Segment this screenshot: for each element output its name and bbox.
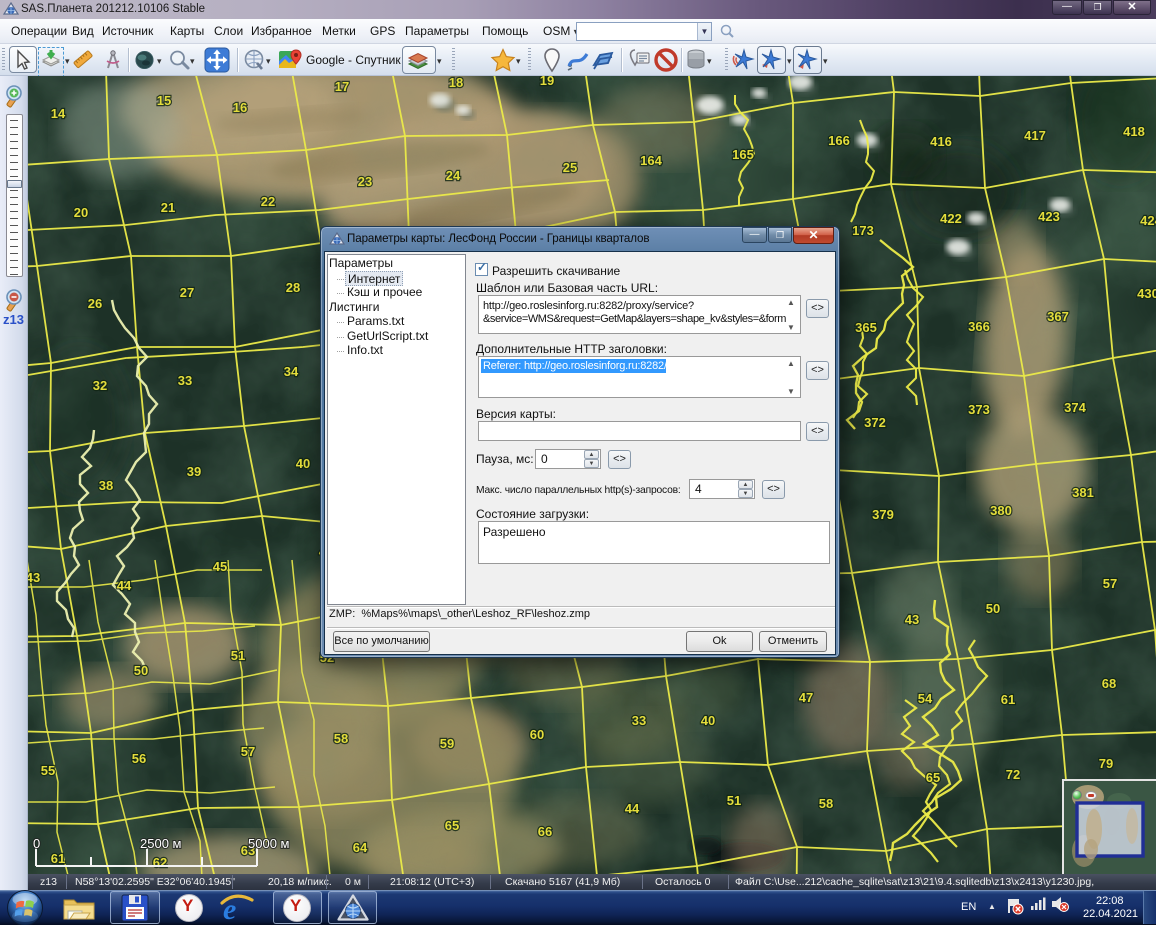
- svg-text:33: 33: [632, 713, 646, 728]
- svg-text:57: 57: [1103, 576, 1117, 591]
- svg-text:38: 38: [99, 478, 113, 493]
- svg-text:44: 44: [117, 578, 132, 593]
- svg-text:424: 424: [1140, 213, 1156, 228]
- svg-text:79: 79: [1099, 756, 1113, 771]
- svg-text:423: 423: [1038, 209, 1060, 224]
- svg-text:417: 417: [1024, 128, 1046, 143]
- svg-text:26: 26: [88, 296, 102, 311]
- svg-text:18: 18: [449, 76, 463, 90]
- svg-text:33: 33: [178, 373, 192, 388]
- svg-text:173: 173: [852, 223, 874, 238]
- svg-text:54: 54: [918, 691, 933, 706]
- svg-text:62: 62: [153, 855, 167, 870]
- svg-text:5000 м: 5000 м: [248, 836, 290, 851]
- svg-text:51: 51: [231, 648, 245, 663]
- svg-text:422: 422: [940, 211, 962, 226]
- svg-text:51: 51: [727, 793, 741, 808]
- svg-text:60: 60: [530, 727, 544, 742]
- svg-text:50: 50: [986, 601, 1000, 616]
- svg-text:47: 47: [799, 690, 813, 705]
- svg-text:59: 59: [440, 736, 454, 751]
- svg-text:56: 56: [132, 751, 146, 766]
- svg-text:380: 380: [990, 503, 1012, 518]
- svg-text:24: 24: [446, 168, 461, 183]
- svg-text:164: 164: [640, 153, 662, 168]
- svg-text:15: 15: [157, 93, 171, 108]
- svg-text:39: 39: [187, 464, 201, 479]
- svg-text:372: 372: [864, 415, 886, 430]
- svg-text:2500 м: 2500 м: [140, 836, 182, 851]
- svg-text:16: 16: [233, 100, 247, 115]
- svg-text:430: 430: [1137, 286, 1156, 301]
- svg-text:14: 14: [51, 106, 66, 121]
- svg-text:23: 23: [358, 174, 372, 189]
- svg-text:43: 43: [28, 570, 40, 585]
- svg-text:367: 367: [1047, 309, 1069, 324]
- svg-text:55: 55: [41, 763, 55, 778]
- svg-text:17: 17: [335, 79, 349, 94]
- svg-text:25: 25: [563, 160, 577, 175]
- svg-text:365: 365: [855, 320, 877, 335]
- svg-text:65: 65: [445, 818, 459, 833]
- svg-text:20: 20: [74, 205, 88, 220]
- svg-text:366: 366: [968, 319, 990, 334]
- svg-text:379: 379: [872, 507, 894, 522]
- svg-text:19: 19: [540, 76, 554, 88]
- svg-text:27: 27: [180, 285, 194, 300]
- svg-text:68: 68: [1102, 676, 1116, 691]
- svg-text:61: 61: [1001, 692, 1015, 707]
- svg-text:32: 32: [93, 378, 107, 393]
- svg-text:64: 64: [353, 840, 368, 855]
- svg-text:66: 66: [538, 824, 552, 839]
- svg-text:21: 21: [161, 200, 175, 215]
- svg-text:28: 28: [286, 280, 300, 295]
- svg-text:45: 45: [213, 559, 227, 574]
- svg-text:40: 40: [701, 713, 715, 728]
- svg-text:373: 373: [968, 402, 990, 417]
- svg-text:416: 416: [930, 134, 952, 149]
- svg-text:61: 61: [51, 851, 65, 866]
- svg-text:34: 34: [284, 364, 299, 379]
- svg-text:58: 58: [819, 796, 833, 811]
- svg-text:166: 166: [828, 133, 850, 148]
- svg-text:58: 58: [334, 731, 348, 746]
- svg-text:72: 72: [1006, 767, 1020, 782]
- svg-text:0: 0: [33, 836, 40, 851]
- svg-text:40: 40: [296, 456, 310, 471]
- svg-text:165: 165: [732, 147, 754, 162]
- svg-text:381: 381: [1072, 485, 1094, 500]
- svg-text:57: 57: [241, 744, 255, 759]
- svg-text:50: 50: [134, 663, 148, 678]
- svg-text:44: 44: [625, 801, 640, 816]
- svg-text:22: 22: [261, 194, 275, 209]
- svg-text:65: 65: [926, 770, 940, 785]
- svg-text:418: 418: [1123, 124, 1145, 139]
- svg-text:374: 374: [1064, 400, 1086, 415]
- svg-text:43: 43: [905, 612, 919, 627]
